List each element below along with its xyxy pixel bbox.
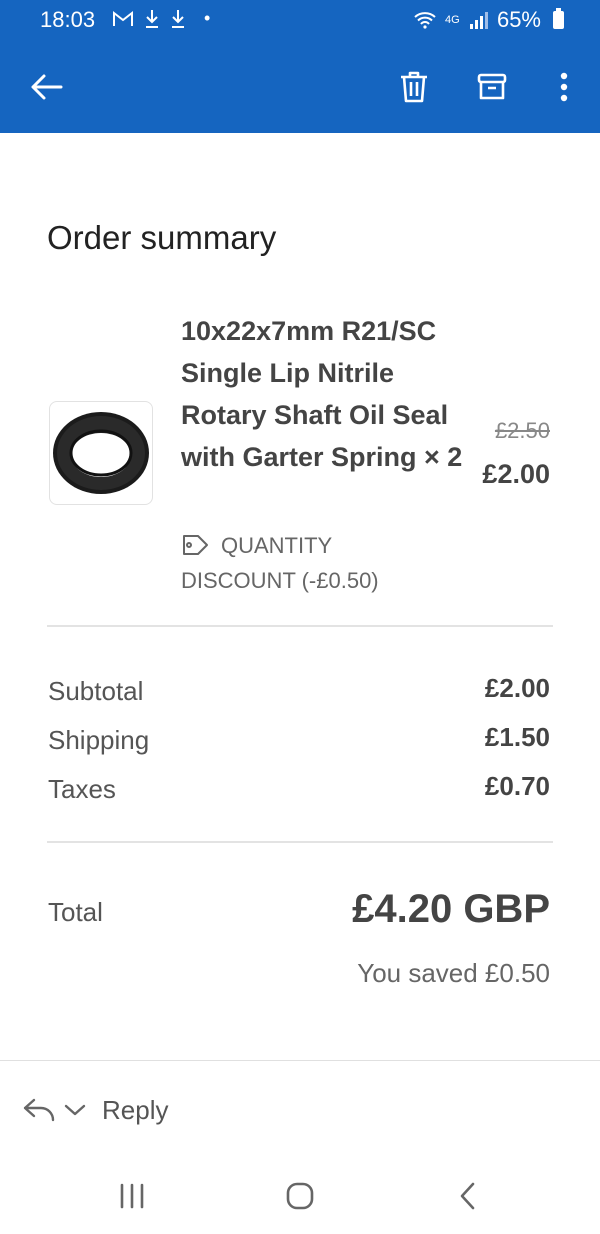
subtotal-label: Subtotal	[48, 676, 144, 706]
divider	[47, 841, 553, 843]
archive-button[interactable]	[470, 65, 514, 109]
download-icon	[172, 9, 184, 28]
total-value: £4.20 GBP	[352, 887, 550, 931]
savings-text: You saved £0.50	[357, 958, 550, 988]
status-notification-icons: •	[112, 8, 210, 29]
recent-apps-button[interactable]	[108, 1174, 156, 1218]
divider	[47, 625, 553, 627]
back-nav-button[interactable]	[444, 1174, 492, 1218]
home-button[interactable]	[276, 1174, 324, 1218]
shipping-value: £1.50	[484, 722, 550, 752]
home-icon	[286, 1182, 314, 1210]
battery-percent: 65%	[496, 7, 541, 32]
total-label: Total	[48, 897, 103, 927]
reply-button[interactable]: Reply	[22, 1088, 168, 1132]
app-bar: 18:03 • 4G 65%	[0, 0, 600, 133]
network-type: 4G	[444, 13, 460, 26]
wifi-icon	[414, 12, 436, 29]
reply-icon	[23, 1098, 55, 1122]
status-time: 18:03	[40, 7, 96, 32]
status-system-icons: 4G 65%	[413, 7, 564, 33]
discount-label: QUANTITY DISCOUNT (-£0.50)	[181, 533, 379, 593]
reply-label: Reply	[102, 1094, 169, 1125]
oil-seal-image	[53, 412, 149, 494]
arrow-left-icon	[31, 74, 63, 100]
discount-line: QUANTITY DISCOUNT (-£0.50)	[181, 528, 421, 598]
taxes-value: £0.70	[484, 771, 550, 801]
chevron-down-icon[interactable]	[64, 1103, 86, 1117]
gmail-icon	[113, 10, 133, 26]
taxes-label: Taxes	[48, 774, 116, 804]
more-vertical-icon	[560, 72, 568, 102]
back-button[interactable]	[24, 65, 68, 109]
tag-icon	[183, 535, 208, 555]
system-nav-bar	[0, 1160, 600, 1230]
archive-icon	[477, 73, 507, 100]
chevron-left-icon	[460, 1182, 475, 1210]
signal-icon	[469, 12, 488, 29]
product-title: 10x22x7mm R21/SC Single Lip Nitrile Rota…	[181, 316, 463, 472]
delete-button[interactable]	[392, 65, 436, 109]
dot-icon: •	[204, 8, 211, 28]
original-price: £2.50	[494, 418, 550, 443]
status-bar: 18:03 • 4G 65%	[0, 0, 600, 42]
reply-divider	[0, 1060, 600, 1061]
download-icon	[146, 9, 158, 28]
email-toolbar	[0, 55, 600, 119]
more-options-button[interactable]	[542, 65, 586, 109]
product-image	[49, 401, 153, 505]
order-summary-heading: Order summary	[47, 219, 277, 256]
item-price: £2.00	[482, 459, 550, 489]
battery-icon	[553, 8, 564, 29]
shipping-label: Shipping	[48, 725, 150, 755]
trash-icon	[401, 71, 427, 103]
subtotal-value: £2.00	[484, 673, 550, 703]
recent-apps-icon	[120, 1183, 144, 1209]
